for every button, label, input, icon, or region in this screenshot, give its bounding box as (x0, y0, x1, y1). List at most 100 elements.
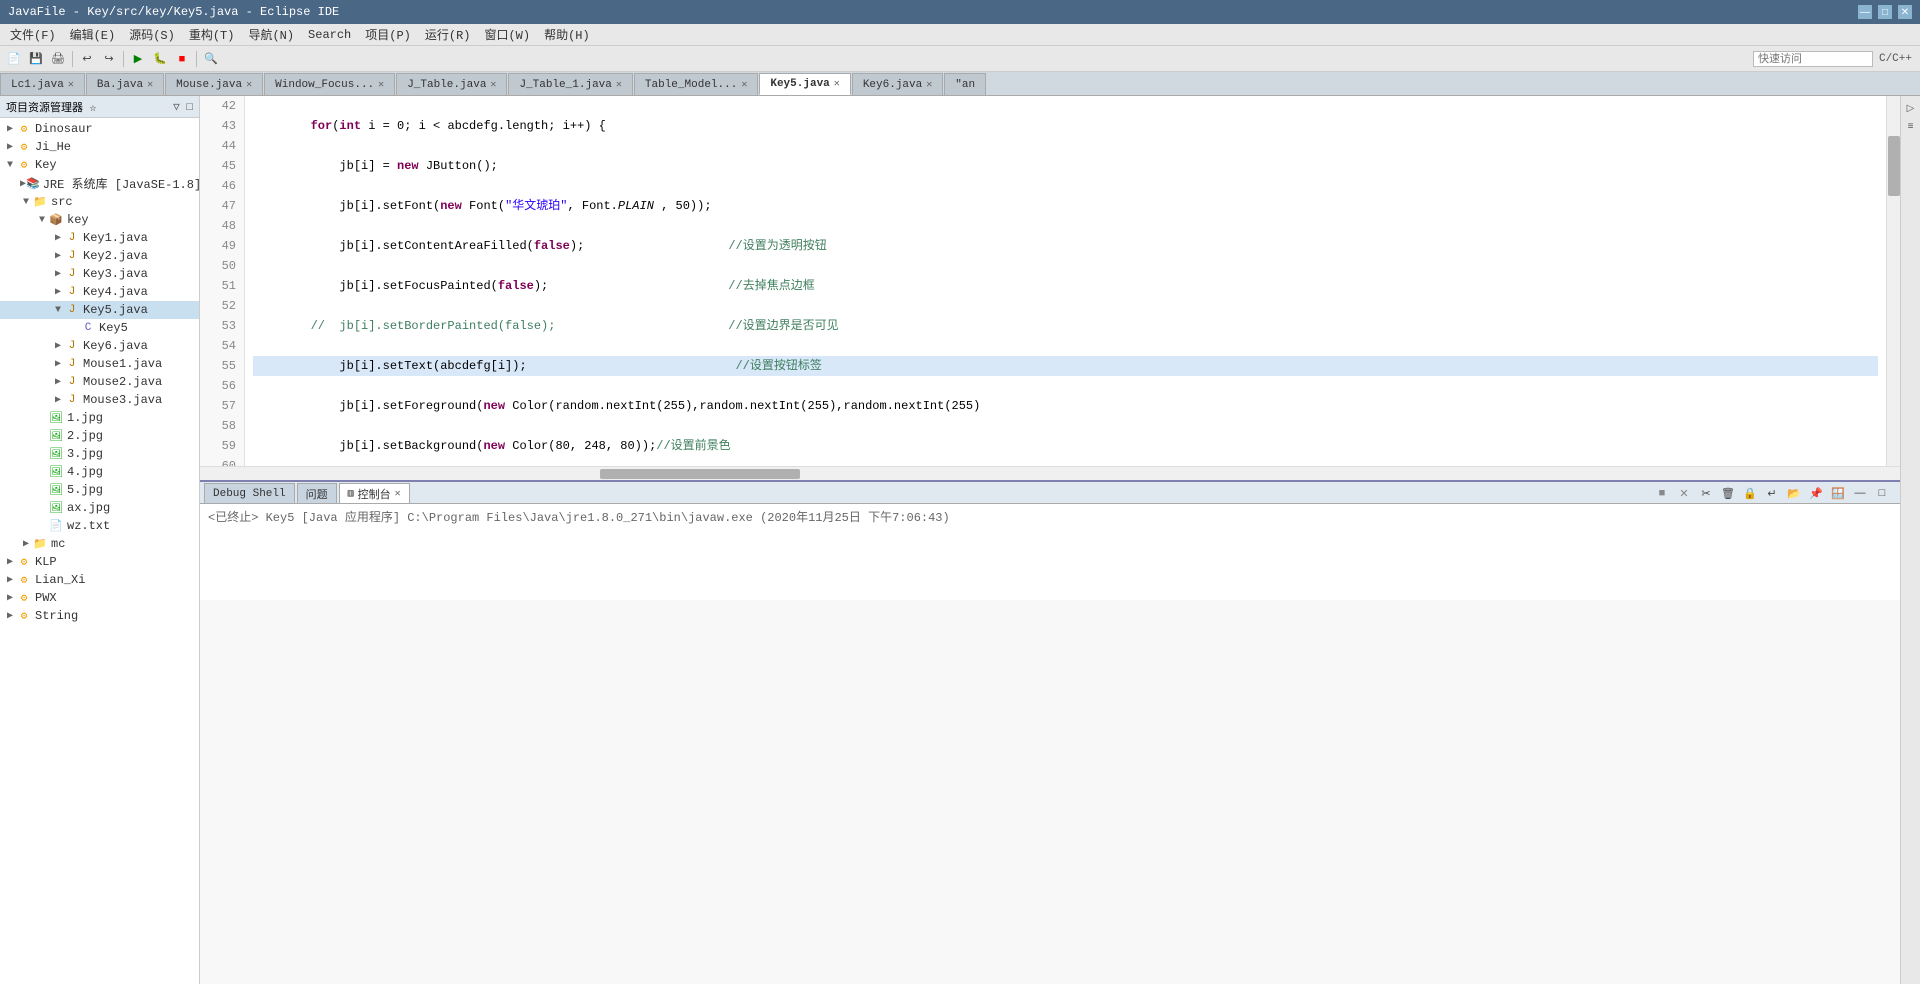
tab-jtable1-close[interactable]: ✕ (616, 79, 622, 91)
console-stop-btn[interactable]: ■ (1652, 483, 1672, 503)
console-scissors-btn[interactable]: ✂ (1696, 483, 1716, 503)
tab-jtable-close[interactable]: ✕ (490, 79, 496, 91)
tree-item-key-pkg[interactable]: ▼ 📦 key (0, 211, 199, 229)
search-button[interactable]: 🔍 (201, 49, 221, 69)
menu-source[interactable]: 源码(S) (123, 24, 181, 45)
console-tab-console[interactable]: ▥ 控制台 ✕ (339, 483, 410, 503)
class-icon-key5: C (80, 320, 96, 336)
tab-window-focus-close[interactable]: ✕ (378, 79, 384, 91)
tab-key6[interactable]: Key6.java ✕ (852, 73, 943, 95)
tree-item-key[interactable]: ▼ ⚙ Key (0, 156, 199, 174)
console-minimize-btn[interactable]: — (1850, 483, 1870, 503)
tab-lc1-close[interactable]: ✕ (68, 79, 74, 91)
tree-item-klp[interactable]: ▶ ⚙ KLP (0, 553, 199, 571)
tree-item-jre[interactable]: ▶ 📚 JRE 系统库 [JavaSE-1.8] (0, 174, 199, 193)
tree-item-2jpg[interactable]: 🖼 2.jpg (0, 427, 199, 445)
tree-item-key5-class[interactable]: C Key5 (0, 319, 199, 337)
menu-refactor[interactable]: 重构(T) (183, 24, 241, 45)
console-scroll-lock-btn[interactable]: 🔒 (1740, 483, 1760, 503)
tab-jtable1[interactable]: J_Table_1.java ✕ (508, 73, 632, 95)
tab-tablemodel-close[interactable]: ✕ (741, 79, 747, 91)
code-text[interactable]: for(int i = 0; i < abcdefg.length; i++) … (245, 96, 1886, 466)
console-tab-close[interactable]: ✕ (395, 488, 401, 500)
tab-key5-close[interactable]: ✕ (834, 78, 840, 90)
tab-an[interactable]: "an (944, 73, 986, 95)
minimize-button[interactable]: — (1858, 5, 1872, 19)
tree-item-mouse2[interactable]: ▶ J Mouse2.java (0, 373, 199, 391)
tab-key6-close[interactable]: ✕ (926, 79, 932, 91)
tree-item-src[interactable]: ▼ 📁 src (0, 193, 199, 211)
scrollbar-thumb[interactable] (1888, 136, 1900, 196)
run-button[interactable]: ▶ (128, 49, 148, 69)
redo-button[interactable]: ↪ (99, 49, 119, 69)
menu-window[interactable]: 窗口(W) (478, 24, 536, 45)
tab-jtable1-label: J_Table_1.java (519, 79, 611, 91)
h-scrollbar-thumb[interactable] (600, 469, 800, 479)
undo-button[interactable]: ↩ (77, 49, 97, 69)
tree-item-wztxt[interactable]: 📄 wz.txt (0, 517, 199, 535)
tree-label-key4: Key4.java (83, 285, 148, 299)
console-tab-debug[interactable]: Debug Shell (204, 483, 295, 503)
tree-item-mouse3[interactable]: ▶ J Mouse3.java (0, 391, 199, 409)
tab-ba[interactable]: Ba.java ✕ (86, 73, 164, 95)
console-tab-problems[interactable]: 问题 (297, 483, 337, 503)
tab-tablemodel[interactable]: Table_Model... ✕ (634, 73, 758, 95)
tree-item-key6[interactable]: ▶ J Key6.java (0, 337, 199, 355)
expand-arrow-key: ▼ (4, 160, 16, 171)
tree-item-1jpg[interactable]: 🖼 1.jpg (0, 409, 199, 427)
console-clear-btn[interactable]: 🗑 (1718, 483, 1738, 503)
expand-arrow-lianxi: ▶ (4, 574, 16, 586)
console-pin-btn[interactable]: 📌 (1806, 483, 1826, 503)
new-button[interactable]: 📄 (4, 49, 24, 69)
right-sidebar-btn1[interactable]: ▷ (1903, 100, 1919, 116)
close-button[interactable]: ✕ (1898, 5, 1912, 19)
editor-vertical-scrollbar[interactable] (1886, 96, 1900, 466)
maximize-button[interactable]: □ (1878, 5, 1892, 19)
tree-item-lianxi[interactable]: ▶ ⚙ Lian_Xi (0, 571, 199, 589)
menu-project[interactable]: 项目(P) (359, 24, 417, 45)
tree-item-dinosaur[interactable]: ▶ ⚙ Dinosaur (0, 120, 199, 138)
menu-navigate[interactable]: 导航(N) (242, 24, 300, 45)
tree-item-key4[interactable]: ▶ J Key4.java (0, 283, 199, 301)
tree-item-jihe[interactable]: ▶ ⚙ Ji_He (0, 138, 199, 156)
editor-horizontal-scrollbar[interactable] (200, 466, 1900, 480)
tree-item-string[interactable]: ▶ ⚙ String (0, 607, 199, 625)
right-sidebar-btn2[interactable]: ≡ (1903, 118, 1919, 134)
tree-item-key1[interactable]: ▶ J Key1.java (0, 229, 199, 247)
console-open-file-btn[interactable]: 📂 (1784, 483, 1804, 503)
tree-item-5jpg[interactable]: 🖼 5.jpg (0, 481, 199, 499)
tree-item-4jpg[interactable]: 🖼 4.jpg (0, 463, 199, 481)
menu-search[interactable]: Search (302, 26, 357, 44)
tree-label-axjpg: ax.jpg (67, 501, 110, 515)
menu-file[interactable]: 文件(F) (4, 24, 62, 45)
tab-mouse-close[interactable]: ✕ (246, 79, 252, 91)
tree-item-key3[interactable]: ▶ J Key3.java (0, 265, 199, 283)
menu-edit[interactable]: 编辑(E) (64, 24, 122, 45)
console-new-window-btn[interactable]: 🪟 (1828, 483, 1848, 503)
tree-item-mouse1[interactable]: ▶ J Mouse1.java (0, 355, 199, 373)
tab-mouse[interactable]: Mouse.java ✕ (165, 73, 263, 95)
tab-lc1[interactable]: Lc1.java ✕ (0, 73, 85, 95)
project-icon-klp: ⚙ (16, 554, 32, 570)
menu-help[interactable]: 帮助(H) (538, 24, 596, 45)
console-disconnect-btn[interactable]: ✕ (1674, 483, 1694, 503)
tab-window-focus[interactable]: Window_Focus... ✕ (264, 73, 395, 95)
console-word-wrap-btn[interactable]: ↵ (1762, 483, 1782, 503)
console-maximize-btn[interactable]: □ (1872, 483, 1892, 503)
tree-item-axjpg[interactable]: 🖼 ax.jpg (0, 499, 199, 517)
quick-access-input[interactable] (1753, 51, 1873, 67)
tree-item-3jpg[interactable]: 🖼 3.jpg (0, 445, 199, 463)
tab-key5[interactable]: Key5.java ✕ (759, 73, 850, 95)
save-button[interactable]: 💾 (26, 49, 46, 69)
stop-button[interactable]: ■ (172, 49, 192, 69)
tab-jtable[interactable]: J_Table.java ✕ (396, 73, 507, 95)
tree-item-key2[interactable]: ▶ J Key2.java (0, 247, 199, 265)
tree-item-mc[interactable]: ▶ 📁 mc (0, 535, 199, 553)
tree-item-pwx[interactable]: ▶ ⚙ PWX (0, 589, 199, 607)
tree-label-jre: JRE 系统库 [JavaSE-1.8] (43, 175, 199, 192)
menu-run[interactable]: 运行(R) (419, 24, 477, 45)
tab-ba-close[interactable]: ✕ (147, 79, 153, 91)
debug-button[interactable]: 🐛 (150, 49, 170, 69)
print-button[interactable]: 🖨 (48, 49, 68, 69)
tree-item-key5[interactable]: ▼ J Key5.java (0, 301, 199, 319)
